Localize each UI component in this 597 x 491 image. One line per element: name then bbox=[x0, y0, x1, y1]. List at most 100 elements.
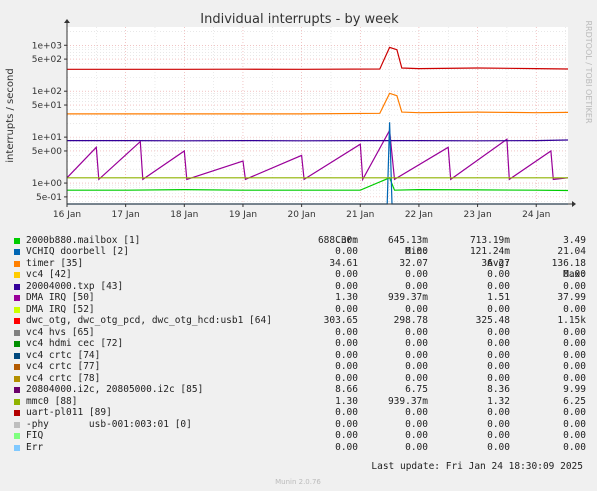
x-tick-label: 19 Jan bbox=[229, 210, 257, 220]
legend-avg: 0.00 bbox=[487, 372, 510, 384]
x-tick-label: 23 Jan bbox=[463, 210, 491, 220]
y-tick-label: 1e+01 bbox=[32, 133, 62, 143]
legend-name: 2000b880.mailbox [1] bbox=[26, 234, 141, 246]
legend-name: timer [35] bbox=[26, 257, 84, 269]
legend: Cur: Min: Avg: Max: 2000b880.mailbox [1]… bbox=[14, 223, 586, 453]
legend-name: -phy usb-001:003:01 [0] bbox=[26, 418, 192, 430]
legend-swatch bbox=[14, 329, 20, 336]
legend-swatch bbox=[14, 237, 20, 244]
legend-min: 0.00 bbox=[405, 269, 428, 280]
legend-avg: 0.00 bbox=[487, 407, 510, 418]
legend-row: Err 0.00 0.00 0.00 0.00 bbox=[14, 442, 586, 454]
legend-name: vc4 crtc [74] bbox=[26, 349, 101, 361]
legend-max: 3.49 bbox=[563, 234, 586, 246]
legend-max: 136.18 bbox=[551, 257, 586, 269]
legend-min: 0.00 bbox=[405, 349, 428, 361]
x-tick-label: 16 Jan bbox=[53, 210, 81, 220]
legend-min: 0.00 bbox=[405, 280, 428, 292]
legend-swatch bbox=[14, 283, 20, 290]
legend-name: vc4 hvs [65] bbox=[26, 326, 95, 338]
y-tick-label: 1e+02 bbox=[32, 87, 62, 97]
legend-max: 9.99 bbox=[563, 384, 586, 395]
legend-avg: 36.27 bbox=[481, 257, 510, 269]
legend-max: 0.00 bbox=[563, 326, 586, 338]
legend-swatch bbox=[14, 364, 20, 370]
legend-swatch bbox=[14, 295, 20, 301]
legend-row: 20004000.txp [43] 0.00 0.00 0.00 0.00 bbox=[14, 281, 586, 293]
y-axis-arrow bbox=[64, 19, 70, 23]
legend-cur: 0.00 bbox=[335, 269, 358, 280]
legend-cur: 0.00 bbox=[335, 372, 358, 384]
y-tick-label: 1e+03 bbox=[32, 41, 62, 51]
legend-swatch bbox=[14, 433, 20, 439]
legend-max: 21.04 bbox=[557, 246, 586, 257]
legend-name: uart-pl011 [89] bbox=[26, 407, 112, 418]
legend-row: vc4 [42] 0.00 0.00 0.00 0.00 bbox=[14, 269, 586, 281]
legend-swatch bbox=[14, 249, 20, 255]
legend-avg: 0.00 bbox=[487, 349, 510, 361]
legend-avg: 0.00 bbox=[487, 418, 510, 430]
munin-version: Munin 2.0.76 bbox=[275, 478, 321, 486]
legend-name: dwc_otg, dwc_otg_pcd, dwc_otg_hcd:usb1 [… bbox=[26, 315, 272, 326]
legend-min: 939.37m bbox=[387, 395, 428, 407]
legend-row: 20804000.i2c, 20805000.i2c [85] 8.66 6.75 8… bbox=[14, 384, 586, 396]
legend-name: vc4 [42] bbox=[26, 269, 72, 280]
legend-name: 20004000.txp [43] bbox=[26, 280, 124, 292]
legend-swatch bbox=[14, 398, 20, 405]
legend-row: DMA IRQ [52] 0.00 0.00 0.00 0.00 bbox=[14, 304, 586, 316]
legend-min: 0.00 bbox=[405, 361, 428, 372]
legend-swatch bbox=[14, 341, 20, 347]
legend-name: vc4 crtc [77] bbox=[26, 361, 101, 372]
legend-cur: 0.00 bbox=[335, 407, 358, 418]
legend-avg: 0.00 bbox=[487, 441, 510, 453]
legend-max: 0.00 bbox=[563, 407, 586, 418]
legend-cur: 0.00 bbox=[335, 418, 358, 430]
x-tick-label: 22 Jan bbox=[405, 210, 433, 220]
x-axis-arrow bbox=[572, 201, 576, 207]
legend-swatch bbox=[14, 272, 20, 278]
legend-name: vc4 crtc [78] bbox=[26, 372, 101, 384]
legend-min: 298.78 bbox=[393, 315, 428, 326]
legend-cur: 0.00 bbox=[335, 430, 358, 441]
legend-cur: 0.00 bbox=[335, 246, 358, 257]
x-tick-label: 24 Jan bbox=[522, 210, 550, 220]
legend-row: vc4 hvs [65] 0.00 0.00 0.00 0.00 bbox=[14, 327, 586, 339]
y-tick-label: 1e+00 bbox=[32, 179, 63, 189]
legend-cur: 0.00 bbox=[335, 441, 358, 453]
legend-cur: 1.30 bbox=[335, 292, 358, 303]
legend-max: 0.00 bbox=[563, 269, 586, 280]
legend-max: 0.00 bbox=[563, 303, 586, 315]
legend-cur: 0.00 bbox=[335, 338, 358, 349]
legend-header: Cur: Min: Avg: Max: bbox=[14, 223, 586, 281]
legend-swatch bbox=[14, 260, 20, 267]
legend-swatch bbox=[14, 387, 20, 393]
legend-min: 6.75 bbox=[405, 384, 428, 395]
legend-max: 0.00 bbox=[563, 338, 586, 349]
legend-min: 32.07 bbox=[399, 257, 428, 269]
legend-name: DMA IRQ [52] bbox=[26, 303, 95, 315]
legend-min: 0.00 bbox=[405, 407, 428, 418]
legend-row: timer [35] 34.61 32.07 36.27 136.18 bbox=[14, 258, 586, 270]
x-tick-label: 17 Jan bbox=[112, 210, 140, 220]
legend-max: 0.00 bbox=[563, 441, 586, 453]
legend-avg: 1.32 bbox=[487, 395, 510, 407]
legend-min: 0.00 bbox=[405, 246, 428, 257]
legend-name: DMA IRQ [50] bbox=[26, 292, 95, 303]
legend-name: 20804000.i2c, 20805000.i2c [85] bbox=[26, 384, 204, 395]
legend-cur: 0.00 bbox=[335, 361, 358, 372]
rrdtool-credit: RRDTOOL / TOBI OETIKER bbox=[584, 20, 593, 123]
last-update: Last update: Fri Jan 24 18:30:09 2025 bbox=[371, 461, 583, 472]
legend-name: VCHIQ doorbell [2] bbox=[26, 246, 129, 257]
legend-min: 0.00 bbox=[405, 338, 428, 349]
y-tick-label: 5e+00 bbox=[32, 147, 63, 157]
legend-avg: 0.00 bbox=[487, 338, 510, 349]
legend-min: 0.00 bbox=[405, 418, 428, 430]
legend-row: vc4 hdmi cec [72] 0.00 0.00 0.00 0.00 bbox=[14, 338, 586, 350]
legend-max: 37.99 bbox=[557, 292, 586, 303]
x-tick-label: 18 Jan bbox=[170, 210, 198, 220]
legend-avg: 0.00 bbox=[487, 430, 510, 441]
legend-swatch bbox=[14, 375, 20, 382]
legend-name: Err bbox=[26, 441, 44, 453]
legend-row: mmc0 [88] 1.30 939.37m 1.32 6.25 bbox=[14, 396, 586, 408]
legend-avg: 0.00 bbox=[487, 303, 510, 315]
